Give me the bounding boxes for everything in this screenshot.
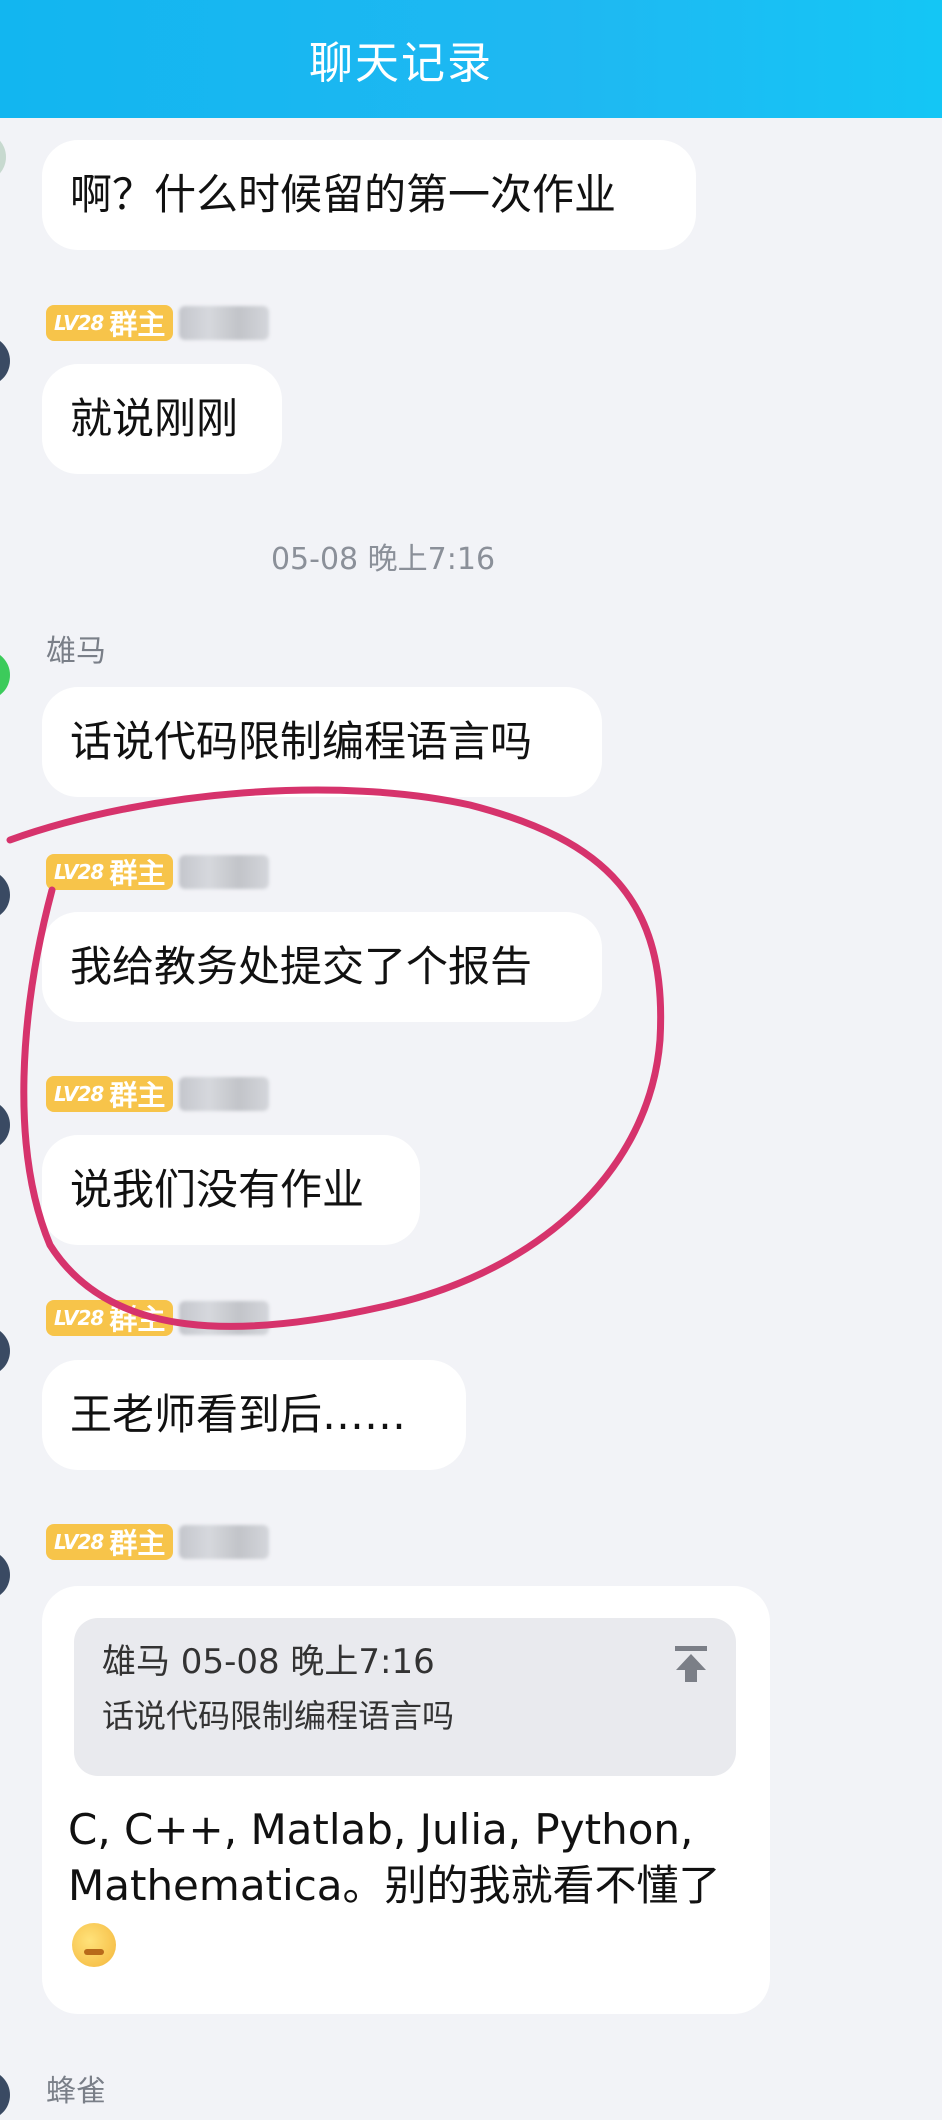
thinking-face-emoji-icon xyxy=(72,1922,116,1967)
owner-badge: LV28 群主 xyxy=(46,1300,174,1336)
message-bubble[interactable]: 我给教务处提交了个报告 xyxy=(42,912,602,1022)
message-bubble[interactable]: 就说刚刚 xyxy=(42,364,282,474)
chat-history-header: 聊天记录 xyxy=(0,0,942,118)
role-label: 群主 xyxy=(109,1303,166,1336)
role-label: 群主 xyxy=(109,1527,166,1560)
avatar[interactable] xyxy=(0,1100,10,1150)
blurred-sender-name xyxy=(179,1077,270,1111)
avatar[interactable] xyxy=(0,870,10,920)
message-text: 我给教务处提交了个报告 xyxy=(70,942,533,991)
owner-badge: LV28 群主 xyxy=(46,1524,174,1560)
avatar[interactable] xyxy=(0,2070,10,2120)
sender-name: 雄马 xyxy=(46,634,106,669)
page-title: 聊天记录 xyxy=(309,38,493,89)
sender-row: LV28 群主 xyxy=(46,1522,270,1562)
role-label: 群主 xyxy=(109,1079,166,1112)
blurred-sender-name xyxy=(179,1301,270,1335)
owner-badge: LV28 群主 xyxy=(46,1076,174,1112)
owner-badge: LV28 群主 xyxy=(46,305,174,341)
message-bubble[interactable]: 啊？什么时候留的第一次作业 xyxy=(42,140,696,250)
quoted-meta: 雄马 05-08 晚上7:16 xyxy=(102,1642,435,1682)
sender-row: LV28 群主 xyxy=(46,1074,270,1114)
message-text: 说我们没有作业 xyxy=(70,1165,365,1214)
sender-name: 蜂雀 xyxy=(46,2074,106,2109)
sender-row: LV28 群主 xyxy=(46,1298,270,1338)
level-label: LV28 xyxy=(54,311,104,335)
arrow-up-to-top-icon[interactable] xyxy=(672,1644,710,1684)
avatar[interactable] xyxy=(0,650,10,700)
level-label: LV28 xyxy=(54,860,104,884)
message-text: 就说刚刚 xyxy=(70,394,239,443)
avatar[interactable] xyxy=(0,1326,10,1376)
level-label: LV28 xyxy=(54,1082,104,1106)
sender-row: LV28 群主 xyxy=(46,852,270,892)
avatar[interactable] xyxy=(0,336,10,386)
message-bubble[interactable]: 说我们没有作业 xyxy=(42,1135,420,1245)
message-text: 王老师看到后…… xyxy=(70,1390,407,1439)
owner-badge: LV28 群主 xyxy=(46,854,174,890)
avatar[interactable] xyxy=(0,132,6,182)
message-text: C, C++, Matlab, Julia, Python, Mathemati… xyxy=(68,1805,721,1910)
timestamp: 05-08 晚上7:16 xyxy=(270,542,496,577)
blurred-sender-name xyxy=(179,306,270,340)
blurred-sender-name xyxy=(179,855,270,889)
level-label: LV28 xyxy=(54,1306,104,1330)
quoted-message-card[interactable]: 雄马 05-08 晚上7:16 话说代码限制编程语言吗 xyxy=(74,1618,736,1776)
blurred-sender-name xyxy=(179,1525,270,1559)
level-label: LV28 xyxy=(54,1530,104,1554)
message-bubble[interactable]: 王老师看到后…… xyxy=(42,1360,466,1470)
message-bubble[interactable]: 话说代码限制编程语言吗 xyxy=(42,687,602,797)
sender-row: LV28 群主 xyxy=(46,303,270,343)
role-label: 群主 xyxy=(109,308,166,341)
quoted-text: 话说代码限制编程语言吗 xyxy=(102,1697,455,1735)
message-text: 话说代码限制编程语言吗 xyxy=(70,717,533,766)
message-text: 啊？什么时候留的第一次作业 xyxy=(70,170,617,219)
reply-text-block: C, C++, Matlab, Julia, Python, Mathemati… xyxy=(68,1802,748,1970)
role-label: 群主 xyxy=(109,857,166,890)
avatar[interactable] xyxy=(0,1550,10,1600)
